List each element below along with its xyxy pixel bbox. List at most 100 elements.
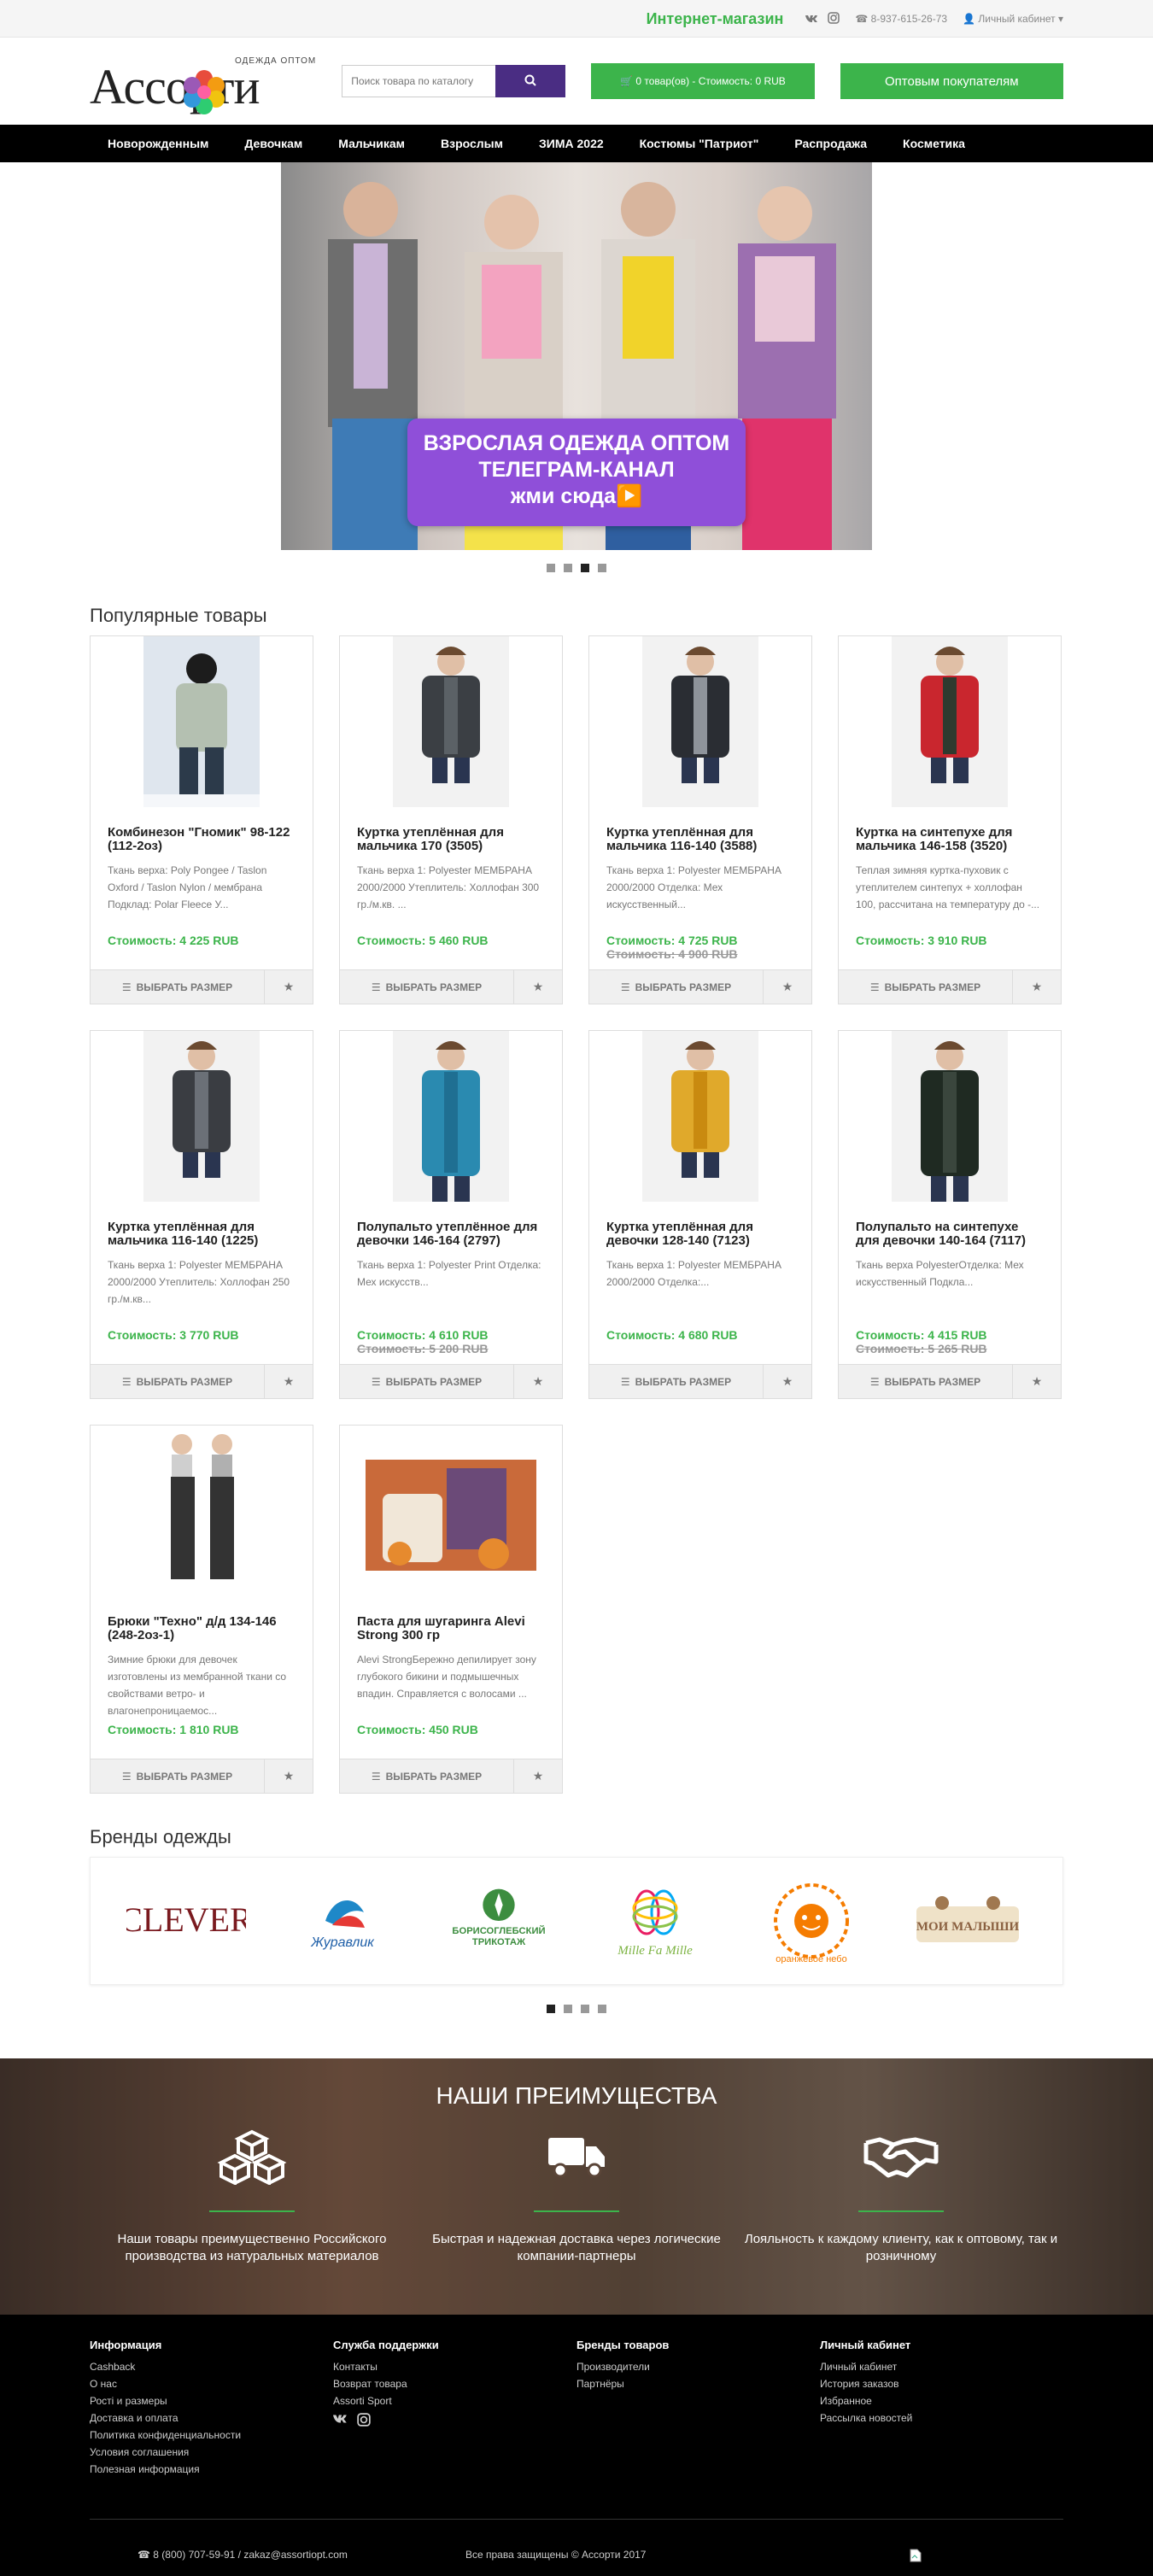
footer-link[interactable]: Assorti Sport xyxy=(333,2392,576,2409)
product-title[interactable]: Куртка утеплённая для девочки 128-140 (7… xyxy=(589,1221,811,1250)
footer-link[interactable]: Условия соглашения xyxy=(90,2444,333,2461)
logo[interactable]: ОДЕЖДА ОПТОМ Ассорти xyxy=(90,51,328,114)
instagram-icon[interactable] xyxy=(828,11,840,26)
product-card[interactable]: Куртка утеплённая для мальчика 170 (3505… xyxy=(339,635,563,1004)
choose-size-button[interactable]: ☰ ВЫБРАТЬ РАЗМЕР xyxy=(91,970,265,1004)
nav-item-patriot[interactable]: Костюмы "Патриот" xyxy=(622,125,777,162)
cabinet-dropdown[interactable]: 👤 Личный кабинет ▾ xyxy=(963,13,1063,25)
choose-size-button[interactable]: ☰ ВЫБРАТЬ РАЗМЕР xyxy=(340,970,514,1004)
footer-link[interactable]: Избранное xyxy=(820,2392,1063,2409)
footer-link[interactable]: Рассылка новостей xyxy=(820,2409,1063,2427)
nav-item-boys[interactable]: Мальчикам xyxy=(320,125,423,162)
brand-moi-malyshi[interactable]: МОИ МАЛЫШИ xyxy=(908,1882,1027,1959)
slide-dot-active[interactable] xyxy=(547,2005,555,2013)
product-image[interactable] xyxy=(366,1460,536,1571)
product-title[interactable]: Комбинезон "Гномик" 98-122 (112-2оз) xyxy=(91,826,313,855)
product-image[interactable] xyxy=(143,1426,260,1596)
footer-link[interactable]: Контакты xyxy=(333,2358,576,2375)
nav-item-cosmetics[interactable]: Косметика xyxy=(885,125,983,162)
phone[interactable]: ☎ 8-937-615-26-73 xyxy=(855,13,947,25)
favorite-button[interactable]: ★ xyxy=(265,970,313,1004)
footer-link[interactable]: Партнёры xyxy=(576,2375,820,2392)
nav-item-adults[interactable]: Взрослым xyxy=(423,125,521,162)
favorite-button[interactable]: ★ xyxy=(265,1365,313,1398)
product-title[interactable]: Куртка утеплённая для мальчика 116-140 (… xyxy=(589,826,811,855)
product-card[interactable]: Комбинезон "Гномик" 98-122 (112-2оз) Тка… xyxy=(90,635,313,1004)
nav-item-girls[interactable]: Девочкам xyxy=(226,125,320,162)
vk-icon[interactable] xyxy=(805,12,819,26)
slide-dot[interactable] xyxy=(598,2005,606,2013)
brand-borisoglebsky[interactable]: БОРИСОГЛЕБСКИЙ ТРИКОТАЖ xyxy=(439,1882,559,1959)
search-input[interactable] xyxy=(342,65,496,97)
footer-link[interactable]: Полезная информация xyxy=(90,2461,333,2478)
product-card[interactable]: Куртка утеплённая для мальчика 116-140 (… xyxy=(90,1030,313,1399)
favorite-button[interactable]: ★ xyxy=(265,1759,313,1793)
slide-dot[interactable] xyxy=(547,564,555,572)
footer-link[interactable]: История заказов xyxy=(820,2375,1063,2392)
product-card[interactable]: Куртка утеплённая для девочки 128-140 (7… xyxy=(588,1030,812,1399)
favorite-button[interactable]: ★ xyxy=(514,1759,562,1793)
choose-size-button[interactable]: ☰ ВЫБРАТЬ РАЗМЕР xyxy=(340,1365,514,1398)
favorite-button[interactable]: ★ xyxy=(1013,1365,1061,1398)
brand-zhuravlik[interactable]: Журавлик xyxy=(283,1882,402,1959)
slide-dot[interactable] xyxy=(598,564,606,572)
banner-slide[interactable]: ВЗРОСЛАЯ ОДЕЖДА ОПТОМ ТЕЛЕГРАМ-КАНАЛ жми… xyxy=(281,162,872,550)
product-title[interactable]: Куртка на синтепухе для мальчика 146-158… xyxy=(839,826,1061,855)
product-image[interactable] xyxy=(642,1031,758,1202)
product-image[interactable] xyxy=(393,1031,509,1202)
choose-size-button[interactable]: ☰ ВЫБРАТЬ РАЗМЕР xyxy=(91,1759,265,1793)
vk-icon[interactable] xyxy=(333,2413,348,2431)
search-button[interactable] xyxy=(495,65,566,97)
product-title[interactable]: Брюки "Техно" д/д 134-146 (248-2оз-1) xyxy=(91,1615,313,1644)
product-card[interactable]: Паста для шугаринга Alevi Strong 300 гр … xyxy=(339,1425,563,1794)
product-image[interactable] xyxy=(642,636,758,807)
footer-link[interactable]: Возврат товара xyxy=(333,2375,576,2392)
product-image[interactable] xyxy=(143,636,260,807)
choose-size-button[interactable]: ☰ ВЫБРАТЬ РАЗМЕР xyxy=(589,970,764,1004)
favorite-button[interactable]: ★ xyxy=(764,1365,811,1398)
product-card[interactable]: Полупальто утеплённое для девочки 146-16… xyxy=(339,1030,563,1399)
slide-dot[interactable] xyxy=(581,2005,589,2013)
product-image[interactable] xyxy=(892,636,1008,807)
slide-dot-active[interactable] xyxy=(581,564,589,572)
choose-size-button[interactable]: ☰ ВЫБРАТЬ РАЗМЕР xyxy=(839,970,1013,1004)
choose-size-button[interactable]: ☰ ВЫБРАТЬ РАЗМЕР xyxy=(340,1759,514,1793)
favorite-button[interactable]: ★ xyxy=(514,1365,562,1398)
favorite-button[interactable]: ★ xyxy=(514,970,562,1004)
footer-link[interactable]: О нас xyxy=(90,2375,333,2392)
favorite-button[interactable]: ★ xyxy=(764,970,811,1004)
choose-size-button[interactable]: ☰ ВЫБРАТЬ РАЗМЕР xyxy=(589,1365,764,1398)
cart-button[interactable]: 🛒 0 товар(ов) - Стоимость: 0 RUB xyxy=(591,63,815,99)
footer-link[interactable]: Cashback xyxy=(90,2358,333,2375)
product-image[interactable] xyxy=(892,1031,1008,1202)
footer-link[interactable]: Производители xyxy=(576,2358,820,2375)
product-image[interactable] xyxy=(393,636,509,807)
product-title[interactable]: Полупальто на синтепухе для девочки 140-… xyxy=(839,1221,1061,1250)
nav-item-sale[interactable]: Распродажа xyxy=(776,125,885,162)
footer-link[interactable]: Ростi и размеры xyxy=(90,2392,333,2409)
brand-millefamille[interactable]: Mille Fa Mille xyxy=(595,1882,715,1959)
product-title[interactable]: Паста для шугаринга Alevi Strong 300 гр xyxy=(340,1615,562,1644)
product-title[interactable]: Куртка утеплённая для мальчика 170 (3505… xyxy=(340,826,562,855)
wholesale-button[interactable]: Оптовым покупателям xyxy=(840,63,1063,99)
product-card[interactable]: Куртка на синтепухе для мальчика 146-158… xyxy=(838,635,1062,1004)
footer-link[interactable]: Личный кабинет xyxy=(820,2358,1063,2375)
slide-dot[interactable] xyxy=(564,564,572,572)
slide-dot[interactable] xyxy=(564,2005,572,2013)
product-title[interactable]: Куртка утеплённая для мальчика 116-140 (… xyxy=(91,1221,313,1250)
telegram-cta-button[interactable]: ВЗРОСЛАЯ ОДЕЖДА ОПТОМ ТЕЛЕГРАМ-КАНАЛ жми… xyxy=(407,419,746,526)
brand-orange-sky[interactable]: оранжевое небо xyxy=(752,1882,871,1964)
product-card[interactable]: Брюки "Техно" д/д 134-146 (248-2оз-1) Зи… xyxy=(90,1425,313,1794)
choose-size-button[interactable]: ☰ ВЫБРАТЬ РАЗМЕР xyxy=(839,1365,1013,1398)
product-image[interactable] xyxy=(143,1031,260,1202)
footer-link[interactable]: Доставка и оплата xyxy=(90,2409,333,2427)
instagram-icon[interactable] xyxy=(357,2413,371,2431)
nav-item-newborn[interactable]: Новорожденным xyxy=(90,125,226,162)
brand-clever[interactable]: CLEVER xyxy=(126,1882,246,1959)
product-card[interactable]: Куртка утеплённая для мальчика 116-140 (… xyxy=(588,635,812,1004)
nav-item-winter[interactable]: ЗИМА 2022 xyxy=(521,125,622,162)
choose-size-button[interactable]: ☰ ВЫБРАТЬ РАЗМЕР xyxy=(91,1365,265,1398)
footer-link[interactable]: Политика конфиденциальности xyxy=(90,2427,333,2444)
product-title[interactable]: Полупальто утеплённое для девочки 146-16… xyxy=(340,1221,562,1250)
favorite-button[interactable]: ★ xyxy=(1013,970,1061,1004)
